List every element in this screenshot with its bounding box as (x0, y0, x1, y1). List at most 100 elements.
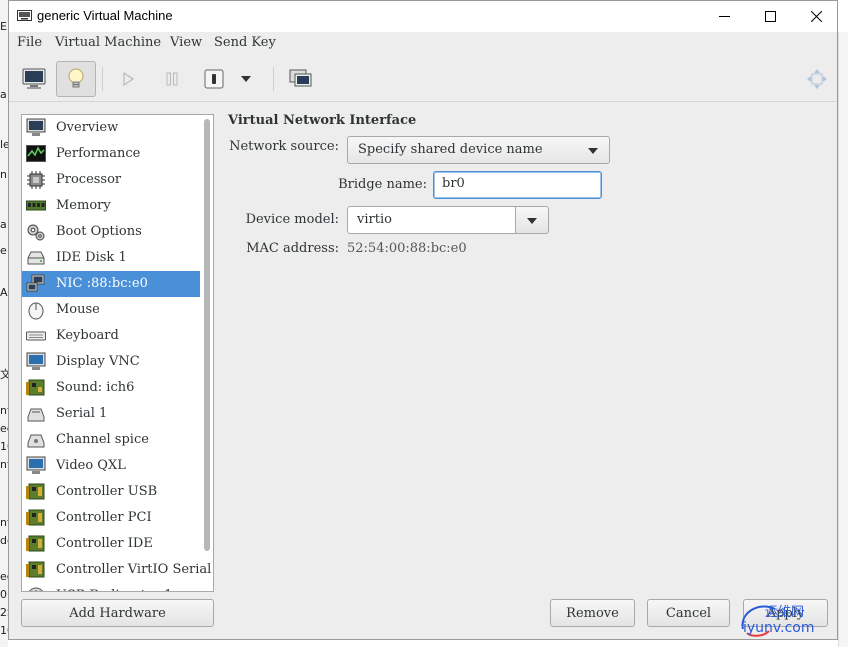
hardware-list-item[interactable]: Serial 1 (22, 401, 200, 427)
shutdown-button[interactable] (194, 61, 234, 97)
hardware-list-item[interactable]: Boot Options (22, 219, 200, 245)
hardware-list: Overview Performance Processor Memory Boot O… (21, 114, 214, 592)
menu-send-key[interactable]: Send Key (214, 35, 276, 50)
background-text: 0 (0, 588, 7, 601)
mouse-icon (28, 302, 44, 320)
background-text: e (0, 244, 7, 257)
watermark-text-bottom: iyunv.com (743, 620, 815, 636)
title-bar[interactable]: generic Virtual Machine (9, 1, 837, 32)
hardware-list-item[interactable]: Mouse (22, 297, 200, 323)
hardware-list-item-label: Controller VirtIO Serial (56, 562, 212, 577)
show-details-button[interactable] (56, 61, 96, 97)
sound-card-icon (26, 379, 45, 396)
hardware-list-item[interactable]: Processor (22, 167, 200, 193)
background-text: a (0, 218, 7, 231)
hardware-list-item-label: Serial 1 (56, 406, 108, 421)
hardware-list-item[interactable]: Keyboard (22, 323, 200, 349)
hardware-list-item-label: Boot Options (56, 224, 142, 239)
device-model-value: virtio (357, 212, 392, 227)
hardware-list-item[interactable]: Overview (22, 115, 200, 141)
monitor-icon (26, 118, 46, 136)
hardware-list-item-label: IDE Disk 1 (56, 250, 127, 265)
add-hardware-button[interactable]: Add Hardware (21, 599, 214, 627)
hardware-list-item[interactable]: Display VNC (22, 349, 200, 375)
hardware-list-item-label: Controller IDE (56, 536, 153, 551)
dropdown-arrow-icon (588, 148, 598, 154)
hardware-list-item-label: Controller PCI (56, 510, 152, 525)
memory-module-icon (26, 200, 46, 211)
bridge-name-input[interactable] (442, 176, 592, 191)
device-model-combo[interactable]: virtio (347, 206, 549, 234)
hardware-list-item[interactable]: Controller USB (22, 479, 200, 505)
controller-card-icon (26, 483, 45, 500)
remove-button[interactable]: Remove (550, 599, 635, 627)
hardware-list-item[interactable]: Video QXL (22, 453, 200, 479)
keyboard-icon (26, 331, 46, 341)
shutdown-menu-button[interactable] (231, 61, 261, 97)
resize-icon (807, 69, 827, 89)
play-icon (123, 71, 135, 87)
lightbulb-icon (68, 68, 84, 88)
device-model-label: Device model: (245, 212, 339, 227)
video-icon (26, 456, 46, 474)
hardware-list-item[interactable]: Controller IDE (22, 531, 200, 557)
device-model-field[interactable]: virtio (347, 206, 516, 234)
usb-redirector-icon (29, 587, 43, 591)
watermark-text-top: 运维网 (765, 605, 805, 620)
pause-button[interactable] (152, 61, 192, 97)
hardware-list-item[interactable]: IDE Disk 1 (22, 245, 200, 271)
hardware-list-item-label: Display VNC (56, 354, 140, 369)
dropdown-arrow-icon (527, 218, 537, 224)
menu-virtual-machine[interactable]: Virtual Machine (55, 35, 161, 50)
menu-file[interactable]: File (17, 35, 42, 50)
hardware-list-item[interactable]: Controller PCI (22, 505, 200, 531)
hardware-list-item-label: Processor (56, 172, 122, 187)
display-icon (26, 352, 46, 370)
network-source-value: Specify shared device name (358, 142, 543, 157)
controller-card-icon (26, 509, 45, 526)
device-model-dropdown-button[interactable] (515, 206, 549, 234)
hardware-list-item-label: Channel spice (56, 432, 149, 447)
watermark-logo: 运维网 iyunv.com (737, 597, 837, 641)
screens-icon (289, 69, 312, 87)
hardware-list-item-label: Mouse (56, 302, 100, 317)
menu-view[interactable]: View (170, 35, 202, 50)
minimize-button[interactable] (701, 1, 747, 32)
hardware-list-item[interactable]: Controller VirtIO Serial (22, 557, 211, 583)
toolbar (9, 55, 837, 102)
power-icon (204, 69, 224, 89)
toolbar-separator (273, 67, 274, 91)
hardware-list-item[interactable]: Sound: ich6 (22, 375, 200, 401)
background-window-right-edge (838, 32, 848, 647)
hardware-list-item-label: Keyboard (56, 328, 119, 343)
mac-address-label: MAC address: (246, 241, 339, 256)
hardware-list-item-label: Video QXL (56, 458, 126, 473)
close-button[interactable] (793, 1, 839, 32)
toolbar-separator (102, 67, 103, 91)
hardware-list-scrollbar[interactable] (202, 117, 212, 589)
section-title: Virtual Network Interface (228, 113, 417, 128)
fullscreen-button[interactable] (797, 61, 837, 97)
hardware-list-item[interactable]: USB Redirector 1 (22, 583, 200, 591)
hardware-list-item-label: Sound: ich6 (56, 380, 135, 395)
hardware-list-item-label: Memory (56, 198, 111, 213)
channel-icon (27, 434, 45, 448)
bridge-name-field[interactable] (433, 171, 602, 199)
scrollbar-thumb[interactable] (204, 119, 210, 551)
hardware-list-item[interactable]: NIC :88:bc:e0 (22, 271, 200, 297)
network-source-dropdown[interactable]: Specify shared device name (347, 136, 610, 164)
menu-bar: File Virtual Machine View Send Key (9, 32, 837, 54)
hardware-list-item[interactable]: Performance (22, 141, 200, 167)
hardware-list-item[interactable]: Channel spice (22, 427, 200, 453)
bridge-name-label: Bridge name: (338, 177, 427, 192)
hardware-list-item[interactable]: Memory (22, 193, 200, 219)
cancel-button[interactable]: Cancel (647, 599, 730, 627)
run-button[interactable] (108, 61, 148, 97)
hardware-list-item-label: Controller USB (56, 484, 158, 499)
snapshots-button[interactable] (281, 61, 321, 97)
maximize-button[interactable] (747, 1, 793, 32)
window-title: generic Virtual Machine (37, 8, 173, 23)
background-text: E (0, 20, 7, 33)
controller-card-icon (26, 535, 45, 552)
show-console-button[interactable] (14, 61, 54, 97)
